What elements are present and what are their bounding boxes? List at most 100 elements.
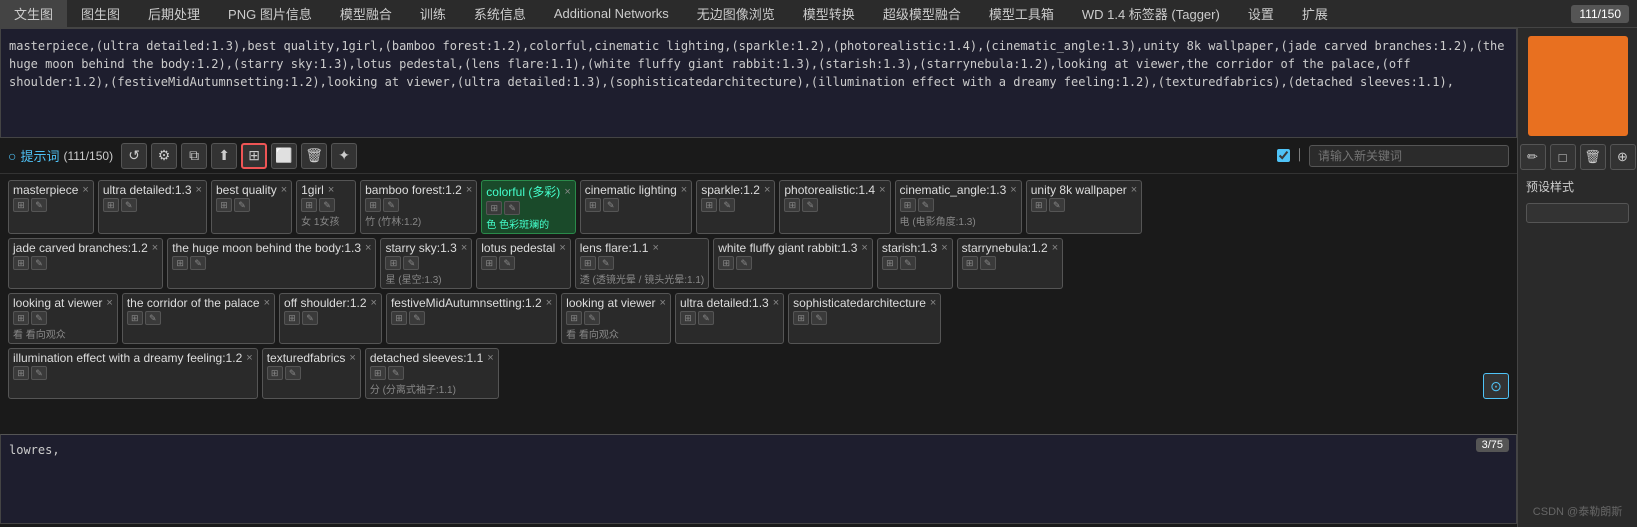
menu-item-tagger[interactable]: WD 1.4 标签器 (Tagger) [1068, 0, 1234, 28]
tag-icon-img[interactable]: ⊞ [680, 311, 696, 325]
magic-button[interactable]: ✦ [331, 143, 357, 169]
settings-button[interactable]: ⚙ [151, 143, 177, 169]
tag-corridor[interactable]: the corridor of the palace × ⊞ ✎ [122, 293, 275, 344]
tag-icon-img[interactable]: ⊞ [784, 198, 800, 212]
copy-button[interactable]: ⧉ [181, 143, 207, 169]
tag-icon-edit[interactable]: ✎ [980, 256, 996, 270]
tag-looking-at-viewer-2[interactable]: looking at viewer × ⊞ ✎ 看 看向观众 [561, 293, 671, 344]
tag-sparkle[interactable]: sparkle:1.2 × ⊞ ✎ [696, 180, 775, 234]
tag-masterpiece[interactable]: masterpiece × ⊞ ✎ [8, 180, 94, 234]
tag-icon-edit[interactable]: ✎ [121, 198, 137, 212]
tag-icon-img[interactable]: ⊞ [962, 256, 978, 270]
tag-icon-img[interactable]: ⊞ [127, 311, 143, 325]
tag-icon-img[interactable]: ⊞ [267, 366, 283, 380]
copy-preset-button[interactable]: □ [1550, 144, 1576, 170]
tag-ultra-detailed[interactable]: ultra detailed:1.3 × ⊞ ✎ [98, 180, 207, 234]
tag-textured-fabrics[interactable]: texturedfabrics × ⊞ ✎ [262, 348, 361, 399]
menu-item-settings[interactable]: 设置 [1234, 0, 1288, 28]
active-button[interactable]: ⊞ [241, 143, 267, 169]
tag-icon-edit[interactable]: ✎ [285, 366, 301, 380]
tag-icon-edit[interactable]: ✎ [403, 256, 419, 270]
negative-prompt-textarea[interactable]: lowres, [0, 434, 1517, 524]
tag-icon-edit[interactable]: ✎ [598, 256, 614, 270]
tag-icon-img[interactable]: ⊞ [13, 198, 29, 212]
tag-icon-edit[interactable]: ✎ [918, 198, 934, 212]
tag-icon-img[interactable]: ⊞ [486, 201, 502, 215]
tag-sophisticated[interactable]: sophisticatedarchitecture × ⊞ ✎ [788, 293, 941, 344]
menu-item-additional-networks[interactable]: Additional Networks [540, 0, 683, 28]
tag-icon-edit[interactable]: ✎ [499, 256, 515, 270]
tag-colorful[interactable]: colorful (多彩) × ⊞ ✎ 色 色彩斑斓的 [481, 180, 575, 234]
tag-icon-img[interactable]: ⊞ [216, 198, 232, 212]
menu-item-sysinfo[interactable]: 系统信息 [460, 0, 540, 28]
tag-icon-edit[interactable]: ✎ [504, 201, 520, 215]
menu-item-extensions[interactable]: 扩展 [1288, 0, 1342, 28]
tag-icon-img[interactable]: ⊞ [370, 366, 386, 380]
tag-cinematic-lighting[interactable]: cinematic lighting × ⊞ ✎ [580, 180, 692, 234]
tag-icon-edit[interactable]: ✎ [802, 198, 818, 212]
tag-festive[interactable]: festiveMidAutumnsetting:1.2 × ⊞ ✎ [386, 293, 557, 344]
tag-huge-moon[interactable]: the huge moon behind the body:1.3 × ⊞ ✎ [167, 238, 376, 289]
tag-icon-img[interactable]: ⊞ [566, 311, 582, 325]
edit-preset-button[interactable]: ✏ [1520, 144, 1546, 170]
tag-icon-edit[interactable]: ✎ [409, 311, 425, 325]
tag-icon-img[interactable]: ⊞ [385, 256, 401, 270]
menu-item-train[interactable]: 训练 [406, 0, 460, 28]
tag-starish[interactable]: starish:1.3 × ⊞ ✎ [877, 238, 953, 289]
tag-cinematic-angle[interactable]: cinematic_angle:1.3 × ⊞ ✎ 电 (电影角度:1.3) [895, 180, 1022, 234]
tag-icon-img[interactable]: ⊞ [172, 256, 188, 270]
tag-lens-flare[interactable]: lens flare:1.1 × ⊞ ✎ 透 (透镜光晕 / 镜头光晕:1.1) [575, 238, 709, 289]
menu-item-super-merge[interactable]: 超级模型融合 [869, 0, 975, 28]
menu-item-png-info[interactable]: PNG 图片信息 [214, 0, 326, 28]
tag-icon-img[interactable]: ⊞ [103, 198, 119, 212]
tag-white-rabbit[interactable]: white fluffy giant rabbit:1.3 × ⊞ ✎ [713, 238, 873, 289]
tag-icon-edit[interactable]: ✎ [584, 311, 600, 325]
tag-icon-edit[interactable]: ✎ [719, 198, 735, 212]
tag-icon-edit[interactable]: ✎ [698, 311, 714, 325]
tag-icon-edit[interactable]: ✎ [383, 198, 399, 212]
tag-icon-img[interactable]: ⊞ [718, 256, 734, 270]
tag-icon-edit[interactable]: ✎ [900, 256, 916, 270]
tag-icon-edit[interactable]: ✎ [302, 311, 318, 325]
restore-button[interactable]: ↺ [121, 143, 147, 169]
tag-icon-edit[interactable]: ✎ [388, 366, 404, 380]
tag-icon-edit[interactable]: ✎ [234, 198, 250, 212]
delete-preset-button[interactable]: 🗑 [1580, 144, 1606, 170]
positive-prompt-textarea[interactable]: masterpiece,(ultra detailed:1.3),best qu… [0, 28, 1517, 138]
add-preset-button[interactable]: ⊕ [1610, 144, 1636, 170]
tag-icon-edit[interactable]: ✎ [319, 198, 335, 212]
tag-photorealistic[interactable]: photorealistic:1.4 × ⊞ ✎ [779, 180, 890, 234]
tag-icon-img[interactable]: ⊞ [391, 311, 407, 325]
tag-icon-img[interactable]: ⊞ [1031, 198, 1047, 212]
tag-looking-at-viewer-1[interactable]: looking at viewer × ⊞ ✎ 看 看向观众 [8, 293, 118, 344]
tag-icon-img[interactable]: ⊞ [284, 311, 300, 325]
tag-jade-branches[interactable]: jade carved branches:1.2 × ⊞ ✎ [8, 238, 163, 289]
menu-item-model-merge[interactable]: 模型融合 [326, 0, 406, 28]
keyword-checkbox[interactable] [1277, 149, 1290, 162]
tag-icon-img[interactable]: ⊞ [13, 366, 29, 380]
tag-unity-8k[interactable]: unity 8k wallpaper × ⊞ ✎ [1026, 180, 1143, 234]
tag-icon-img[interactable]: ⊞ [13, 311, 29, 325]
tag-starrynebula[interactable]: starrynebula:1.2 × ⊞ ✎ [957, 238, 1064, 289]
tag-icon-edit[interactable]: ✎ [145, 311, 161, 325]
menu-item-txt2img[interactable]: 文生图 [0, 0, 67, 28]
tag-icon-img[interactable]: ⊞ [701, 198, 717, 212]
tag-starry-sky[interactable]: starry sky:1.3 × ⊞ ✎ 星 (星空:1.3) [380, 238, 472, 289]
tag-icon-edit[interactable]: ✎ [31, 366, 47, 380]
tag-off-shoulder[interactable]: off shoulder:1.2 × ⊞ ✎ [279, 293, 382, 344]
tag-icon-edit[interactable]: ✎ [190, 256, 206, 270]
tag-icon-edit[interactable]: ✎ [1049, 198, 1065, 212]
tag-detached-sleeves[interactable]: detached sleeves:1.1 × ⊞ ✎ 分 (分离式袖子:1.1) [365, 348, 499, 399]
tag-bamboo-forest[interactable]: bamboo forest:1.2 × ⊞ ✎ 竹 (竹林:1.2) [360, 180, 477, 234]
page-button[interactable]: ⬜ [271, 143, 297, 169]
menu-item-model-convert[interactable]: 模型转换 [789, 0, 869, 28]
tag-icon-img[interactable]: ⊞ [882, 256, 898, 270]
tag-icon-img[interactable]: ⊞ [900, 198, 916, 212]
tag-icon-edit[interactable]: ✎ [603, 198, 619, 212]
tag-icon-edit[interactable]: ✎ [31, 256, 47, 270]
tag-best-quality[interactable]: best quality × ⊞ ✎ [211, 180, 292, 234]
import-button[interactable]: ⬆ [211, 143, 237, 169]
preset-input[interactable] [1526, 203, 1629, 223]
tag-icon-img[interactable]: ⊞ [301, 198, 317, 212]
menu-item-model-toolkit[interactable]: 模型工具箱 [975, 0, 1068, 28]
